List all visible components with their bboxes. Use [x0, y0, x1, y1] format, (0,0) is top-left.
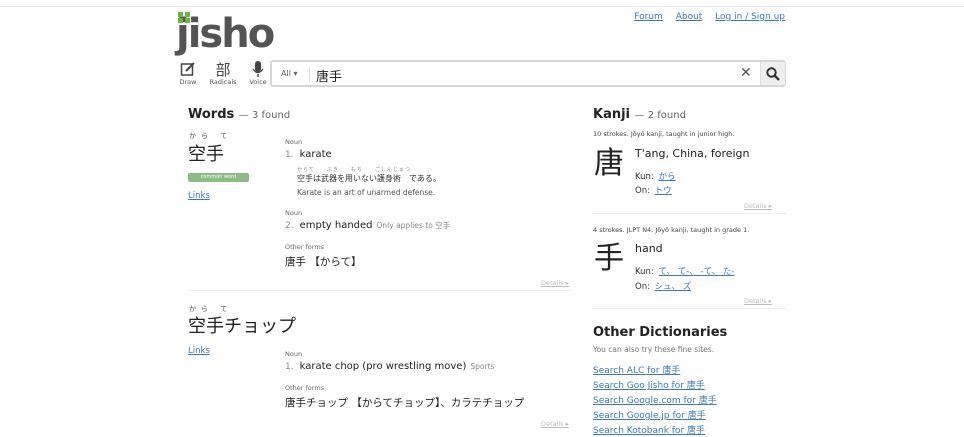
search-divider: [309, 67, 310, 82]
on-reading-link[interactable]: シュ、 ズ: [655, 282, 692, 292]
kanji-character[interactable]: 手: [594, 233, 624, 277]
kanji-details-link[interactable]: Details ▸: [744, 202, 772, 210]
sense-text: karate: [299, 149, 332, 160]
sense-text: karate chop (pro wrestling move): [299, 361, 467, 372]
on-label: On:: [635, 282, 650, 292]
details-link[interactable]: Details ▸: [541, 279, 569, 287]
search-input[interactable]: [314, 65, 718, 85]
kanji-title: Kanji: [593, 107, 631, 122]
other-dictionaries-subtitle: You can also try these fine sites.: [593, 345, 715, 354]
example-furigana: からて ぶき もち ごしんじゅつ: [297, 167, 411, 173]
logo-dot: [178, 12, 183, 17]
links-link[interactable]: Links: [188, 191, 210, 201]
kanji-kun-reading: Kun: て、 て-、 -て、 た-: [635, 265, 734, 277]
about-link[interactable]: About: [676, 12, 703, 22]
kanji-meaning: hand: [635, 242, 663, 255]
kanji-details-link[interactable]: Details ▸: [744, 297, 772, 305]
draw-label: Draw: [179, 78, 197, 86]
radicals-icon: 部: [215, 60, 231, 79]
jisho-logo[interactable]: jisho: [176, 11, 275, 57]
voice-label: Voice: [249, 78, 267, 86]
radicals-label: Radicals: [209, 78, 237, 86]
other-forms: 唐手 【からて】: [285, 256, 362, 268]
kanji-divider: [593, 213, 786, 214]
pencil-icon: [176, 60, 200, 78]
part-of-speech: Noun: [285, 350, 303, 358]
dictionary-link-alc[interactable]: Search ALC for 唐手: [593, 363, 680, 376]
dictionary-link-kotobank[interactable]: Search Kotobank for 唐手: [593, 423, 705, 436]
login-link[interactable]: Log in / Sign up: [715, 12, 785, 22]
dictionary-link-goo[interactable]: Search Goo Jisho for 唐手: [593, 378, 705, 391]
other-forms-label: Other forms: [285, 243, 325, 251]
example-japanese: 空手は武器を用いない護身術 である。: [297, 174, 441, 183]
words-heading: Words — 3 found: [188, 107, 290, 122]
word-text: 空手: [188, 144, 224, 165]
sense-note: Only applies to 空手: [376, 221, 451, 230]
kanji-meta: 10 strokes. Jōyō kanji, taught in junior…: [593, 130, 735, 138]
draw-button[interactable]: Draw: [176, 60, 200, 86]
search-button[interactable]: [760, 62, 785, 85]
entry-divider: [188, 290, 572, 291]
kanji-count: — 2 found: [634, 110, 686, 121]
kun-label: Kun:: [635, 172, 654, 182]
kun-reading-link[interactable]: から: [659, 172, 676, 182]
part-of-speech: Noun: [285, 209, 303, 217]
kun-label: Kun:: [635, 267, 654, 277]
on-label: On:: [635, 186, 650, 196]
voice-button[interactable]: Voice: [246, 60, 270, 86]
dictionary-link-google-com[interactable]: Search Google.com for 唐手: [593, 393, 717, 406]
other-forms: 唐手チョップ 【からてチョップ】、カラテチョップ: [285, 397, 525, 409]
other-dictionaries-heading: Other Dictionaries: [593, 325, 728, 340]
sense-tag: Sports: [470, 362, 495, 371]
on-reading-link[interactable]: トウ: [655, 186, 672, 196]
top-nav: Forum About Log in / Sign up: [624, 12, 785, 22]
kanji-divider: [593, 308, 786, 309]
kanji-heading: Kanji — 2 found: [593, 107, 686, 122]
kanji-character[interactable]: 唐: [594, 138, 624, 182]
sense-number: 2.: [285, 221, 294, 231]
words-count: — 3 found: [238, 110, 291, 121]
details-link[interactable]: Details ▸: [541, 420, 569, 428]
sense-meaning: 1. karate chop (pro wrestling move) Sports: [285, 361, 494, 372]
sense-meaning: 1. karate: [285, 149, 332, 160]
kun-reading-link[interactable]: て、 て-、 -て、 た-: [659, 267, 735, 277]
word-text: 空手チョップ: [188, 316, 296, 337]
sense-number: 1.: [285, 362, 294, 372]
top-border: [0, 6, 964, 7]
kanji-kun-reading: Kun: から: [635, 170, 676, 182]
logo-dot: [185, 12, 190, 17]
example-english: Karate is an art of unarmed defense.: [297, 188, 436, 197]
sense-text: empty handed: [299, 220, 373, 231]
kanji-on-reading: On: トウ: [635, 184, 672, 196]
radicals-button[interactable]: 部 Radicals: [208, 60, 238, 87]
search-bar: All ▾ ✕: [270, 60, 786, 87]
common-word-badge: common word: [188, 173, 249, 182]
kanji-meaning: T'ang, China, foreign: [635, 147, 750, 160]
search-scope-select[interactable]: All ▾: [281, 69, 297, 78]
dictionary-link-google-jp[interactable]: Search Google.jp for 唐手: [593, 408, 706, 421]
kanji-on-reading: On: シュ、 ズ: [635, 280, 691, 292]
logo-text: jisho: [176, 11, 275, 57]
sense-meaning: 2. empty handed Only applies to 空手: [285, 220, 450, 231]
forum-link[interactable]: Forum: [634, 12, 663, 22]
other-forms-label: Other forms: [285, 384, 325, 392]
search-icon: [766, 66, 780, 81]
logo-dot: [185, 18, 190, 23]
logo-dot: [178, 18, 183, 23]
links-link[interactable]: Links: [188, 346, 210, 356]
microphone-icon: [246, 60, 270, 78]
input-tools: Draw 部 Radicals Voice: [176, 60, 270, 86]
part-of-speech: Noun: [285, 138, 303, 146]
words-title: Words: [188, 107, 235, 122]
clear-icon[interactable]: ✕: [740, 65, 752, 81]
sense-number: 1.: [285, 150, 294, 160]
